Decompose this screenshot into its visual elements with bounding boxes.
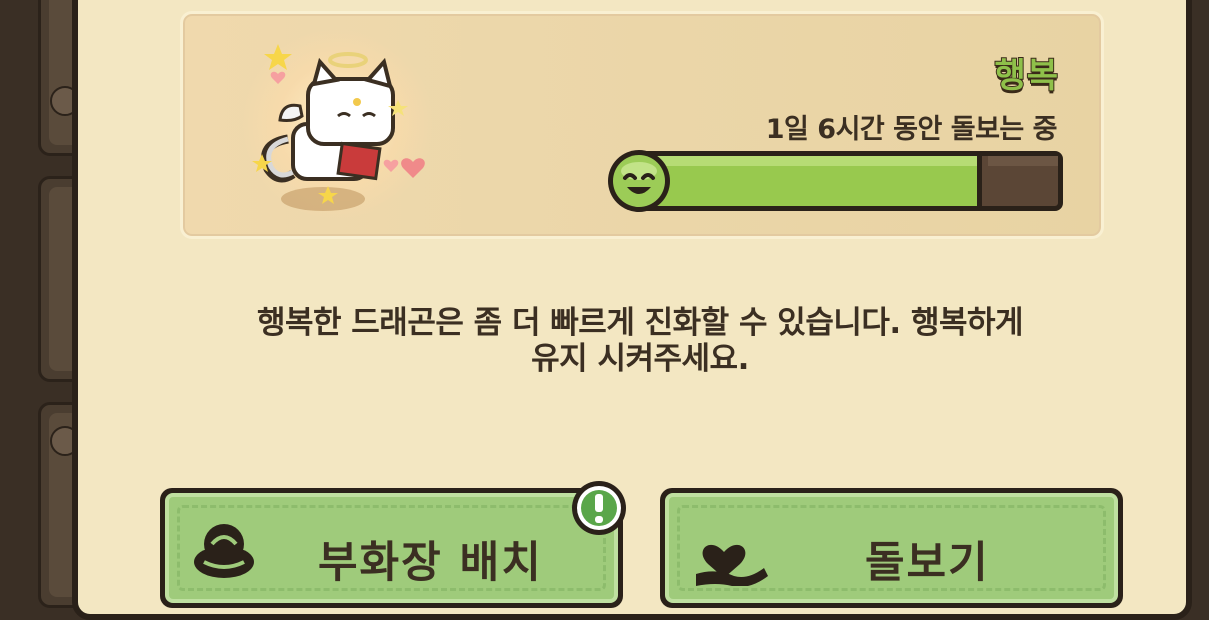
happiness-description: 행복한 드래곤은 좀 더 빠르게 진화할 수 있습니다. 행복하게 유지 시켜주… [150,305,1130,377]
happiness-meter-bar [629,151,1063,211]
care-label: 돌보기 [865,538,990,588]
place-incubator-label: 부화장 배치 [318,538,543,588]
exclamation-badge-icon [572,481,626,535]
description-line-1: 행복한 드래곤은 좀 더 빠르게 진화할 수 있습니다. 행복하게 [256,305,1024,341]
heart-in-hand-icon [696,544,768,586]
dragon-pet-image [252,44,425,211]
care-button[interactable]: 돌보기 [660,488,1123,608]
care-duration-text: 1일 6시간 동안 돌보는 중 [765,114,1058,145]
place-incubator-button[interactable]: 부화장 배치 [160,488,623,608]
incubator-nest-icon [194,524,254,578]
happiness-meter [603,150,1063,215]
description-line-2: 유지 시켜주세요. [531,341,749,377]
happiness-card: 행복 1일 6시간 동안 돌보는 중 [180,11,1104,239]
smiley-face-icon [608,150,670,212]
happiness-title: 행복 [993,55,1059,97]
happiness-meter-fill [634,156,982,206]
